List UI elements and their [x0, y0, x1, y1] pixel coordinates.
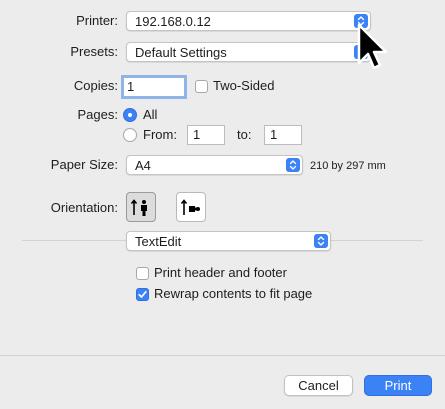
pages-from-radio[interactable] [123, 128, 137, 142]
paper-size-value: A4 [135, 158, 151, 173]
presets-value: Default Settings [135, 45, 227, 60]
orientation-landscape-button[interactable] [176, 192, 206, 222]
chevron-updown-icon [314, 234, 328, 248]
portrait-icon [130, 199, 147, 216]
printer-label: Printer: [76, 13, 118, 28]
print-header-footer-checkbox[interactable] [136, 267, 149, 280]
two-sided-label: Two-Sided [213, 78, 275, 93]
orientation-portrait-button[interactable] [126, 192, 156, 222]
paper-size-popup[interactable]: A4 [126, 155, 303, 175]
footer-separator [0, 355, 445, 356]
copies-field[interactable]: 1 [121, 75, 187, 99]
print-button[interactable]: Print [364, 375, 432, 396]
chevron-updown-icon [286, 158, 300, 172]
presets-popup[interactable]: Default Settings [126, 42, 371, 62]
orientation-label: Orientation: [50, 200, 118, 215]
pages-to-label: to: [237, 127, 252, 142]
pages-all-radio[interactable] [123, 108, 137, 122]
print-dialog: { "printer": { "label": "Printer:", "val… [0, 0, 445, 409]
landscape-icon [180, 199, 200, 215]
rewrap-contents-label: Rewrap contents to fit page [154, 286, 313, 301]
print-header-footer-label: Print header and footer [154, 265, 287, 280]
app-section-value: TextEdit [135, 234, 182, 249]
paper-size-dimensions: 210 by 297 mm [310, 160, 386, 172]
copies-label: Copies: [73, 78, 118, 93]
two-sided-checkbox[interactable] [195, 80, 208, 93]
rewrap-contents-checkbox[interactable] [136, 288, 149, 301]
checkmark-icon [138, 290, 147, 298]
pages-to-field[interactable]: 1 [264, 125, 302, 145]
pages-from-field[interactable]: 1 [187, 125, 225, 145]
pages-from-label: From: [143, 127, 177, 142]
cancel-button[interactable]: Cancel [284, 375, 353, 396]
paper-size-label: Paper Size: [50, 157, 118, 172]
pages-all-label: All [143, 107, 158, 122]
pages-label: Pages: [77, 107, 118, 122]
printer-value: 192.168.0.12 [135, 14, 211, 29]
app-section-popup[interactable]: TextEdit [126, 231, 331, 251]
printer-popup[interactable]: 192.168.0.12 [126, 11, 371, 31]
mouse-cursor-icon [357, 23, 388, 70]
presets-label: Presets: [70, 44, 118, 59]
